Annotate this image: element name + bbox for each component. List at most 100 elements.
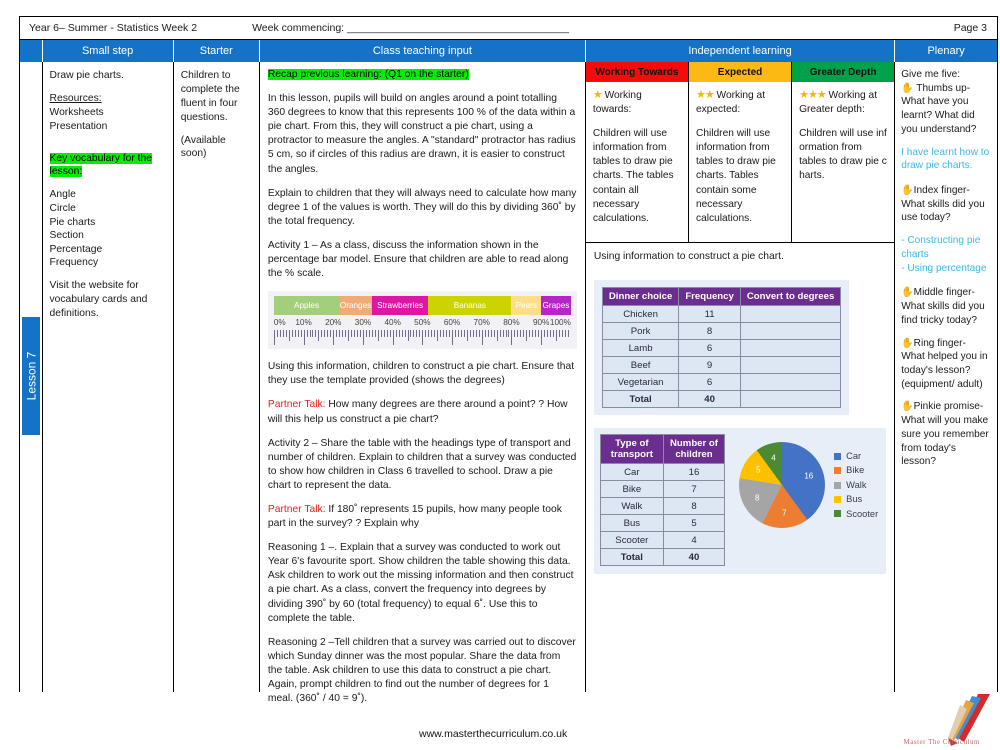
plenary-intro: Give me five: bbox=[901, 69, 961, 80]
dinner-cell: Chicken bbox=[601, 305, 680, 323]
table-row: Vegetarian 6 bbox=[601, 373, 842, 391]
pie-graphic: 16 7 8 5 4 bbox=[739, 442, 826, 528]
vocab-item-1: Circle bbox=[49, 202, 76, 214]
small-step-column: Draw pie charts. Resources: Worksheets P… bbox=[42, 62, 174, 692]
transport-cell: 7 bbox=[662, 480, 726, 498]
scale-tick-90: 90% bbox=[532, 318, 550, 328]
scale-tick-70: 70% bbox=[473, 318, 490, 328]
band-description: Children will use information from table… bbox=[695, 128, 776, 224]
bar-model-segments: Apples Oranges Strawberries Bananas Pears Gra… bbox=[273, 296, 571, 316]
dinner-cell bbox=[739, 373, 842, 391]
legend-label: Bike bbox=[846, 465, 865, 476]
band-description: Children will use information from table… bbox=[592, 128, 674, 224]
plenary-question-text: Ring finger- What helped you in today's … bbox=[901, 337, 988, 390]
scale-tick-30: 30% bbox=[354, 318, 372, 328]
bar-segment-grapes: Grapes bbox=[541, 296, 571, 316]
plenary-question-2: ✋Index finger- What skills did you use t… bbox=[901, 184, 992, 225]
header-starter: Starter bbox=[173, 40, 260, 62]
resource-item-0: Worksheets bbox=[49, 106, 104, 118]
scale-tick-0: 0% bbox=[273, 318, 286, 328]
header-lesson-strip bbox=[20, 40, 43, 62]
vocab-item-4: Percentage bbox=[49, 243, 103, 255]
table-row: Total 40 bbox=[599, 548, 726, 566]
dinner-cell bbox=[739, 322, 842, 340]
partner-talk-2-label: Partner Talk: bbox=[267, 503, 326, 515]
legend-label: Walk bbox=[846, 479, 867, 490]
dinner-cell bbox=[739, 356, 842, 374]
transport-cell: Total bbox=[599, 548, 664, 566]
attainment-band-bodies: ★ Working towards: Children will use info… bbox=[585, 82, 895, 243]
scale-tick-60: 60% bbox=[443, 318, 461, 328]
vocabulary-website-note: Visit the website for vocabulary cards a… bbox=[49, 279, 148, 319]
transport-pie-chart: 16 7 8 5 4 Car Bike Walk Bus Scooter bbox=[739, 442, 878, 528]
scale-tick-10: 10% bbox=[295, 318, 312, 328]
worksheet-page: Year 6– Summer - Statistics Week 2 Week … bbox=[0, 0, 1000, 750]
scale-tick-100: 100% bbox=[549, 318, 571, 328]
transport-cell: Scooter bbox=[599, 531, 664, 549]
transport-cell: 40 bbox=[662, 548, 726, 566]
band-body-working-towards: ★ Working towards: Children will use info… bbox=[586, 82, 689, 242]
starter-availability: (Available soon) bbox=[180, 134, 226, 160]
legend-swatch-icon bbox=[834, 467, 842, 475]
percentage-bar-model: Apples Oranges Strawberries Bananas Pears Gra… bbox=[267, 291, 577, 350]
band-header-expected: Expected bbox=[688, 62, 793, 82]
transport-cell: 16 bbox=[662, 463, 726, 481]
plenary-content: Give me five: ✋ Thumbs up- What have you … bbox=[895, 62, 997, 469]
resource-item-1: Presentation bbox=[49, 120, 108, 132]
table-row: Chicken 11 bbox=[601, 305, 842, 323]
resources-label: Resources: bbox=[49, 92, 102, 104]
teaching-para-4: Using this information, children to cons… bbox=[267, 361, 575, 387]
transport-table: Type of transport Number of children Car 16… bbox=[599, 434, 726, 566]
table-row: Bike 7 bbox=[599, 480, 726, 498]
plenary-question-text: Index finger- What skills did you use to… bbox=[901, 185, 985, 224]
band-header-greater-depth: Greater Depth bbox=[792, 62, 895, 82]
header-small-step: Small step bbox=[42, 40, 174, 62]
dinner-cell: Beef bbox=[601, 356, 680, 374]
dinner-cell: 11 bbox=[678, 305, 741, 323]
scale-tick-40: 40% bbox=[384, 318, 401, 328]
vocab-item-0: Angle bbox=[49, 189, 76, 201]
band-header-working-towards: Working Towards bbox=[585, 62, 689, 82]
dinner-cell: Pork bbox=[601, 322, 680, 340]
plenary-question-3: ✋Middle finger- What skills did you find… bbox=[901, 286, 992, 327]
teaching-activity-1: Activity 1 – As a class, discuss the inf… bbox=[267, 239, 569, 280]
table-row: Bus 5 bbox=[599, 514, 726, 532]
hand-icon: ✋ bbox=[901, 337, 914, 349]
bar-segment-oranges: Oranges bbox=[339, 296, 372, 316]
table-row: Walk 8 bbox=[599, 497, 726, 515]
dinner-choice-table-wrap: Dinner choice Frequency Convert to degrees… bbox=[593, 280, 850, 415]
dinner-header-cell: Convert to degrees bbox=[739, 287, 842, 306]
legend-swatch-icon bbox=[834, 510, 842, 518]
pie-data-label-car: 16 bbox=[804, 471, 814, 481]
dinner-cell bbox=[739, 305, 842, 323]
dinner-cell: 6 bbox=[678, 339, 741, 357]
header-independent-learning: Independent learning bbox=[585, 40, 896, 62]
plenary-question-5: ✋Pinkie promise- What will you make sure… bbox=[901, 400, 992, 469]
bar-model-scale: 0% 10% 20% 30% 40% 50% 60% 70% 80% 90% 100% bbox=[274, 316, 571, 329]
bar-segment-apples: Apples bbox=[273, 296, 340, 316]
planning-frame: Year 6– Summer - Statistics Week 2 Week … bbox=[19, 16, 998, 704]
lesson-number-tab: Lesson 7 bbox=[22, 317, 40, 435]
band-body-expected: ★★ Working at expected: Children will use… bbox=[689, 82, 793, 242]
band-description: Children will use inf ormation from tabl… bbox=[799, 128, 887, 182]
planning-body: Lesson 7 Draw pie charts. Resources: Wor… bbox=[20, 62, 997, 704]
vocab-item-2: Pie charts bbox=[49, 216, 96, 228]
recap-heading: Recap previous learning: (Q1 on the star… bbox=[267, 69, 469, 80]
table-row: Beef 9 bbox=[601, 356, 842, 374]
key-vocabulary-heading: Key vocabulary for the lesson: bbox=[49, 152, 152, 178]
transport-cell: Bike bbox=[599, 480, 664, 498]
reasoning-1: Reasoning 1 –. Explain that a survey was… bbox=[267, 542, 574, 624]
transport-cell: 5 bbox=[662, 514, 726, 532]
hand-icon: ✋ bbox=[901, 287, 914, 299]
teaching-activity-2: Activity 2 – Share the table with the he… bbox=[267, 437, 577, 491]
transport-cell: Bus bbox=[599, 514, 664, 532]
bar-segment-strawberries: Strawberries bbox=[371, 296, 429, 316]
legend-label: Scooter bbox=[846, 508, 879, 519]
dinner-cell: Lamb bbox=[601, 339, 680, 357]
pie-data-label-bus: 5 bbox=[756, 465, 761, 475]
legend-label: Car bbox=[846, 450, 862, 461]
table-row: Lamb 6 bbox=[601, 339, 842, 357]
plenary-answer-2: - Constructing pie charts - Using percen… bbox=[901, 235, 987, 274]
transport-cell: 4 bbox=[662, 531, 726, 549]
dinner-cell bbox=[739, 339, 842, 357]
